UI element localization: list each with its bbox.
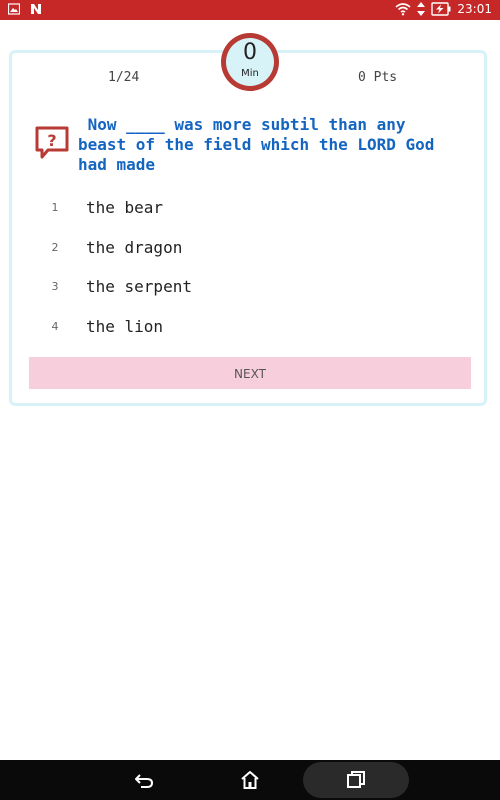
back-icon[interactable] [134,770,154,790]
option-text: the dragon [86,237,183,257]
timer: 0 Min [221,33,279,91]
option-text: the serpent [86,277,192,297]
question-bubble-icon: ? [35,126,69,159]
next-button[interactable]: NEXT [29,357,471,389]
navigation-bar [0,760,500,800]
option-number: 2 [51,240,59,254]
recent-apps-button[interactable] [303,762,409,798]
battery-charging-icon [431,2,451,16]
image-icon [8,3,20,15]
status-bar: 23:01 [0,0,500,20]
answer-option-2[interactable]: 2 the dragon [40,228,460,268]
n-icon [31,4,41,14]
option-number: 4 [51,319,59,333]
option-number: 3 [51,280,59,294]
option-text: the lion [86,316,164,336]
points-score: 0 Pts [358,70,398,85]
answer-option-3[interactable]: 3 the serpent [40,267,460,307]
timer-value: 0 [243,40,257,65]
home-icon[interactable] [240,770,260,790]
wifi-icon [395,3,411,16]
svg-text:?: ? [47,131,56,150]
timer-face: 0 Min [226,38,274,86]
answer-options: 1 the bear 2 the dragon 3 the serpent 4 … [40,188,460,346]
answer-option-4[interactable]: 4 the lion [40,307,460,347]
timer-unit: Min [241,68,259,79]
clock-time: 23:01 [457,2,492,16]
signal-icon [417,2,426,16]
option-number: 1 [51,201,59,215]
question-progress: 1/24 [108,70,140,85]
option-text: the bear [86,198,164,218]
recent-apps-icon [347,771,365,788]
question-text: Now ____ was more subtil than any beast … [78,115,435,174]
answer-option-1[interactable]: 1 the bear [40,188,460,228]
